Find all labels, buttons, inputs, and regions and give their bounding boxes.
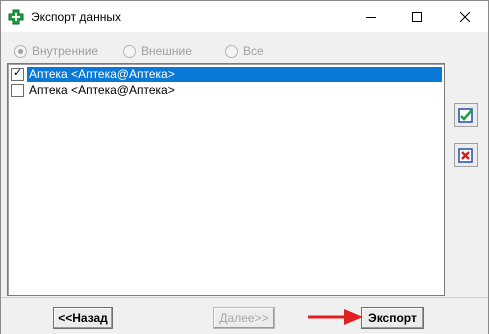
radio-external[interactable]: Внешние	[123, 42, 192, 60]
export-dialog: Экспорт данных Внутренние Внешние Все Ап…	[0, 0, 489, 334]
window-title: Экспорт данных	[31, 10, 121, 24]
maximize-button[interactable]	[394, 1, 440, 32]
radio-external-label: Внешние	[141, 44, 192, 58]
check-all-button[interactable]	[454, 103, 478, 127]
radio-all-label: Все	[243, 44, 264, 58]
back-button[interactable]: <<Назад	[53, 307, 113, 329]
check-all-icon	[458, 108, 473, 123]
radio-internal[interactable]: Внутренние	[14, 42, 98, 60]
list-item[interactable]: Аптека <Аптека@Аптека>	[10, 66, 442, 82]
minimize-button[interactable]	[348, 1, 394, 32]
radio-button-checked[interactable]	[14, 44, 27, 58]
radio-button[interactable]	[123, 44, 136, 58]
radio-all[interactable]: Все	[225, 42, 264, 60]
uncheck-all-button[interactable]	[454, 143, 478, 167]
uncheck-all-icon	[458, 148, 473, 163]
minimize-icon	[366, 16, 376, 18]
list-item-label: Аптека <Аптека@Аптека>	[27, 67, 442, 82]
maximize-icon	[412, 11, 422, 22]
close-icon	[460, 11, 470, 22]
app-cross-icon	[8, 9, 24, 25]
list-item-label: Аптека <Аптека@Аптека>	[29, 83, 175, 97]
arrow-pointer-icon	[308, 309, 363, 325]
close-button[interactable]	[442, 1, 488, 32]
title-bar: Экспорт данных	[1, 1, 488, 32]
radio-button[interactable]	[225, 44, 238, 58]
recipient-list[interactable]: Аптека <Аптека@Аптека> Аптека <Аптека@Ап…	[7, 63, 445, 296]
radio-internal-label: Внутренние	[32, 44, 99, 58]
item-checkbox[interactable]	[11, 84, 24, 97]
item-checkbox[interactable]	[11, 66, 24, 81]
export-button[interactable]: Экспорт	[361, 307, 424, 329]
list-item[interactable]: Аптека <Аптека@Аптека>	[10, 83, 442, 98]
next-button[interactable]: Далее>>	[213, 307, 275, 329]
